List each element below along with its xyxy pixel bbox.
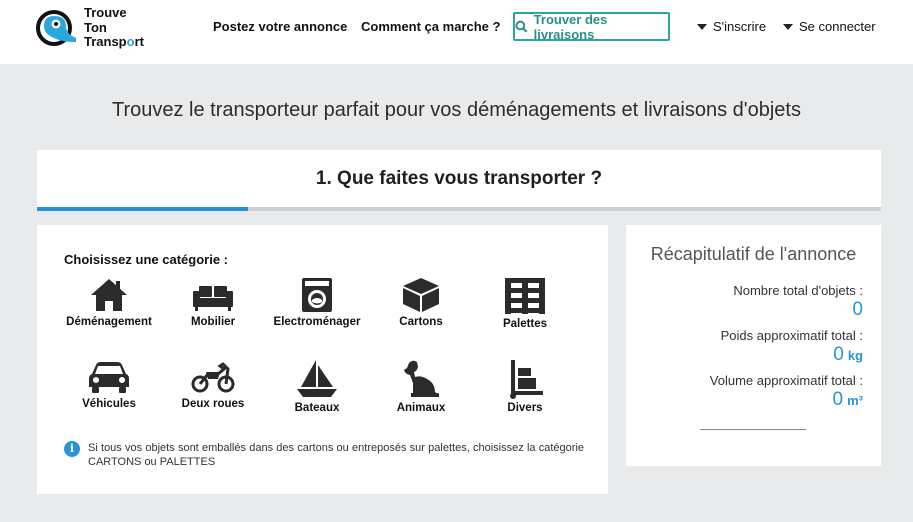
category-vehicules[interactable]: Véhicules: [55, 359, 163, 429]
category-animaux[interactable]: Animaux: [367, 359, 475, 429]
category-label: Mobilier: [190, 316, 236, 328]
category-label: Divers: [507, 402, 543, 414]
search-icon: [515, 20, 528, 33]
info-note: i Si tous vos objets sont emballés dans …: [64, 441, 584, 469]
category-heading: Choisissez une catégorie :: [64, 252, 228, 267]
category-label: Déménagement: [66, 316, 152, 328]
objects-value: 0: [852, 299, 863, 320]
step-progress-bar: [37, 207, 881, 211]
logo[interactable]: Trouve Ton Transport: [36, 5, 156, 51]
page-title: Trouvez le transporteur parfait pour vos…: [112, 99, 801, 121]
logo-line-1: Trouve: [84, 5, 127, 20]
signup-label: S'inscrire: [713, 19, 767, 34]
house-icon: [91, 279, 127, 311]
category-label: Cartons: [399, 316, 443, 328]
category-palettes[interactable]: Palettes: [471, 277, 579, 347]
login-dropdown[interactable]: Se connecter: [783, 19, 876, 34]
signup-dropdown[interactable]: S'inscrire: [697, 19, 766, 34]
volume-unit: m³: [847, 393, 863, 408]
category-label: Deux roues: [181, 398, 245, 410]
find-deliveries-button[interactable]: Trouver des livraisons: [513, 11, 670, 42]
category-label: Palettes: [502, 318, 548, 330]
login-label: Se connecter: [799, 19, 876, 34]
nav-post-ad[interactable]: Postez votre annonce: [213, 19, 347, 34]
summary-panel: Récapitulatif de l'annonce Nombre total …: [626, 225, 881, 466]
category-mobilier[interactable]: Mobilier: [159, 277, 267, 347]
category-label: Véhicules: [82, 398, 136, 410]
nav-how-it-works[interactable]: Comment ça marche ?: [361, 19, 500, 34]
objects-label: Nombre total d'objets :: [733, 283, 863, 298]
logo-text: Trouve Ton Transport: [84, 5, 144, 50]
info-text: Si tous vos objets sont emballés dans de…: [88, 442, 584, 468]
pallet-icon: [505, 278, 545, 314]
hand-truck-icon: [510, 360, 543, 399]
weight-value: 0 kg: [833, 344, 863, 365]
category-label: Electroménager: [273, 316, 361, 328]
top-header: Trouve Ton Transport Postez votre annonc…: [0, 0, 913, 64]
volume-value: 0 m³: [832, 389, 863, 410]
box-icon: [403, 278, 439, 312]
logo-pin-icon: [36, 10, 76, 46]
summary-title: Récapitulatif de l'annonce: [650, 244, 857, 264]
caret-down-icon: [697, 23, 707, 30]
category-panel: Choisissez une catégorie : Déménagement …: [37, 225, 608, 494]
category-divers[interactable]: Divers: [471, 359, 579, 429]
washing-machine-icon: [302, 278, 332, 312]
logo-line-3: Transport: [84, 34, 144, 49]
category-bateaux[interactable]: Bateaux: [263, 359, 371, 429]
step-title: 1. Que faites vous transporter ?: [315, 168, 603, 189]
motorcycle-icon: [191, 362, 235, 393]
sailboat-icon: [297, 360, 337, 397]
logo-line-2: Ton: [84, 19, 107, 35]
caret-down-icon: [783, 23, 793, 30]
category-label: Bateaux: [294, 402, 340, 414]
sofa-icon: [193, 286, 233, 311]
volume-label: Volume approximatif total :: [709, 373, 863, 388]
category-cartons[interactable]: Cartons: [367, 277, 475, 347]
weight-unit: kg: [847, 348, 863, 363]
find-deliveries-label: Trouver des livraisons: [533, 11, 608, 42]
weight-label: Poids approximatif total :: [720, 328, 863, 343]
step-progress-fill: [37, 207, 248, 211]
category-deux-roues[interactable]: Deux roues: [159, 359, 267, 429]
car-icon: [89, 362, 129, 393]
category-label: Animaux: [396, 402, 446, 414]
dog-icon: [404, 360, 439, 397]
info-icon: i: [64, 441, 80, 457]
category-demenagement[interactable]: Déménagement: [55, 277, 163, 347]
summary-divider: [700, 429, 806, 430]
category-electromenager[interactable]: Electroménager: [263, 277, 371, 347]
step-card: 1. Que faites vous transporter ?: [37, 150, 881, 211]
